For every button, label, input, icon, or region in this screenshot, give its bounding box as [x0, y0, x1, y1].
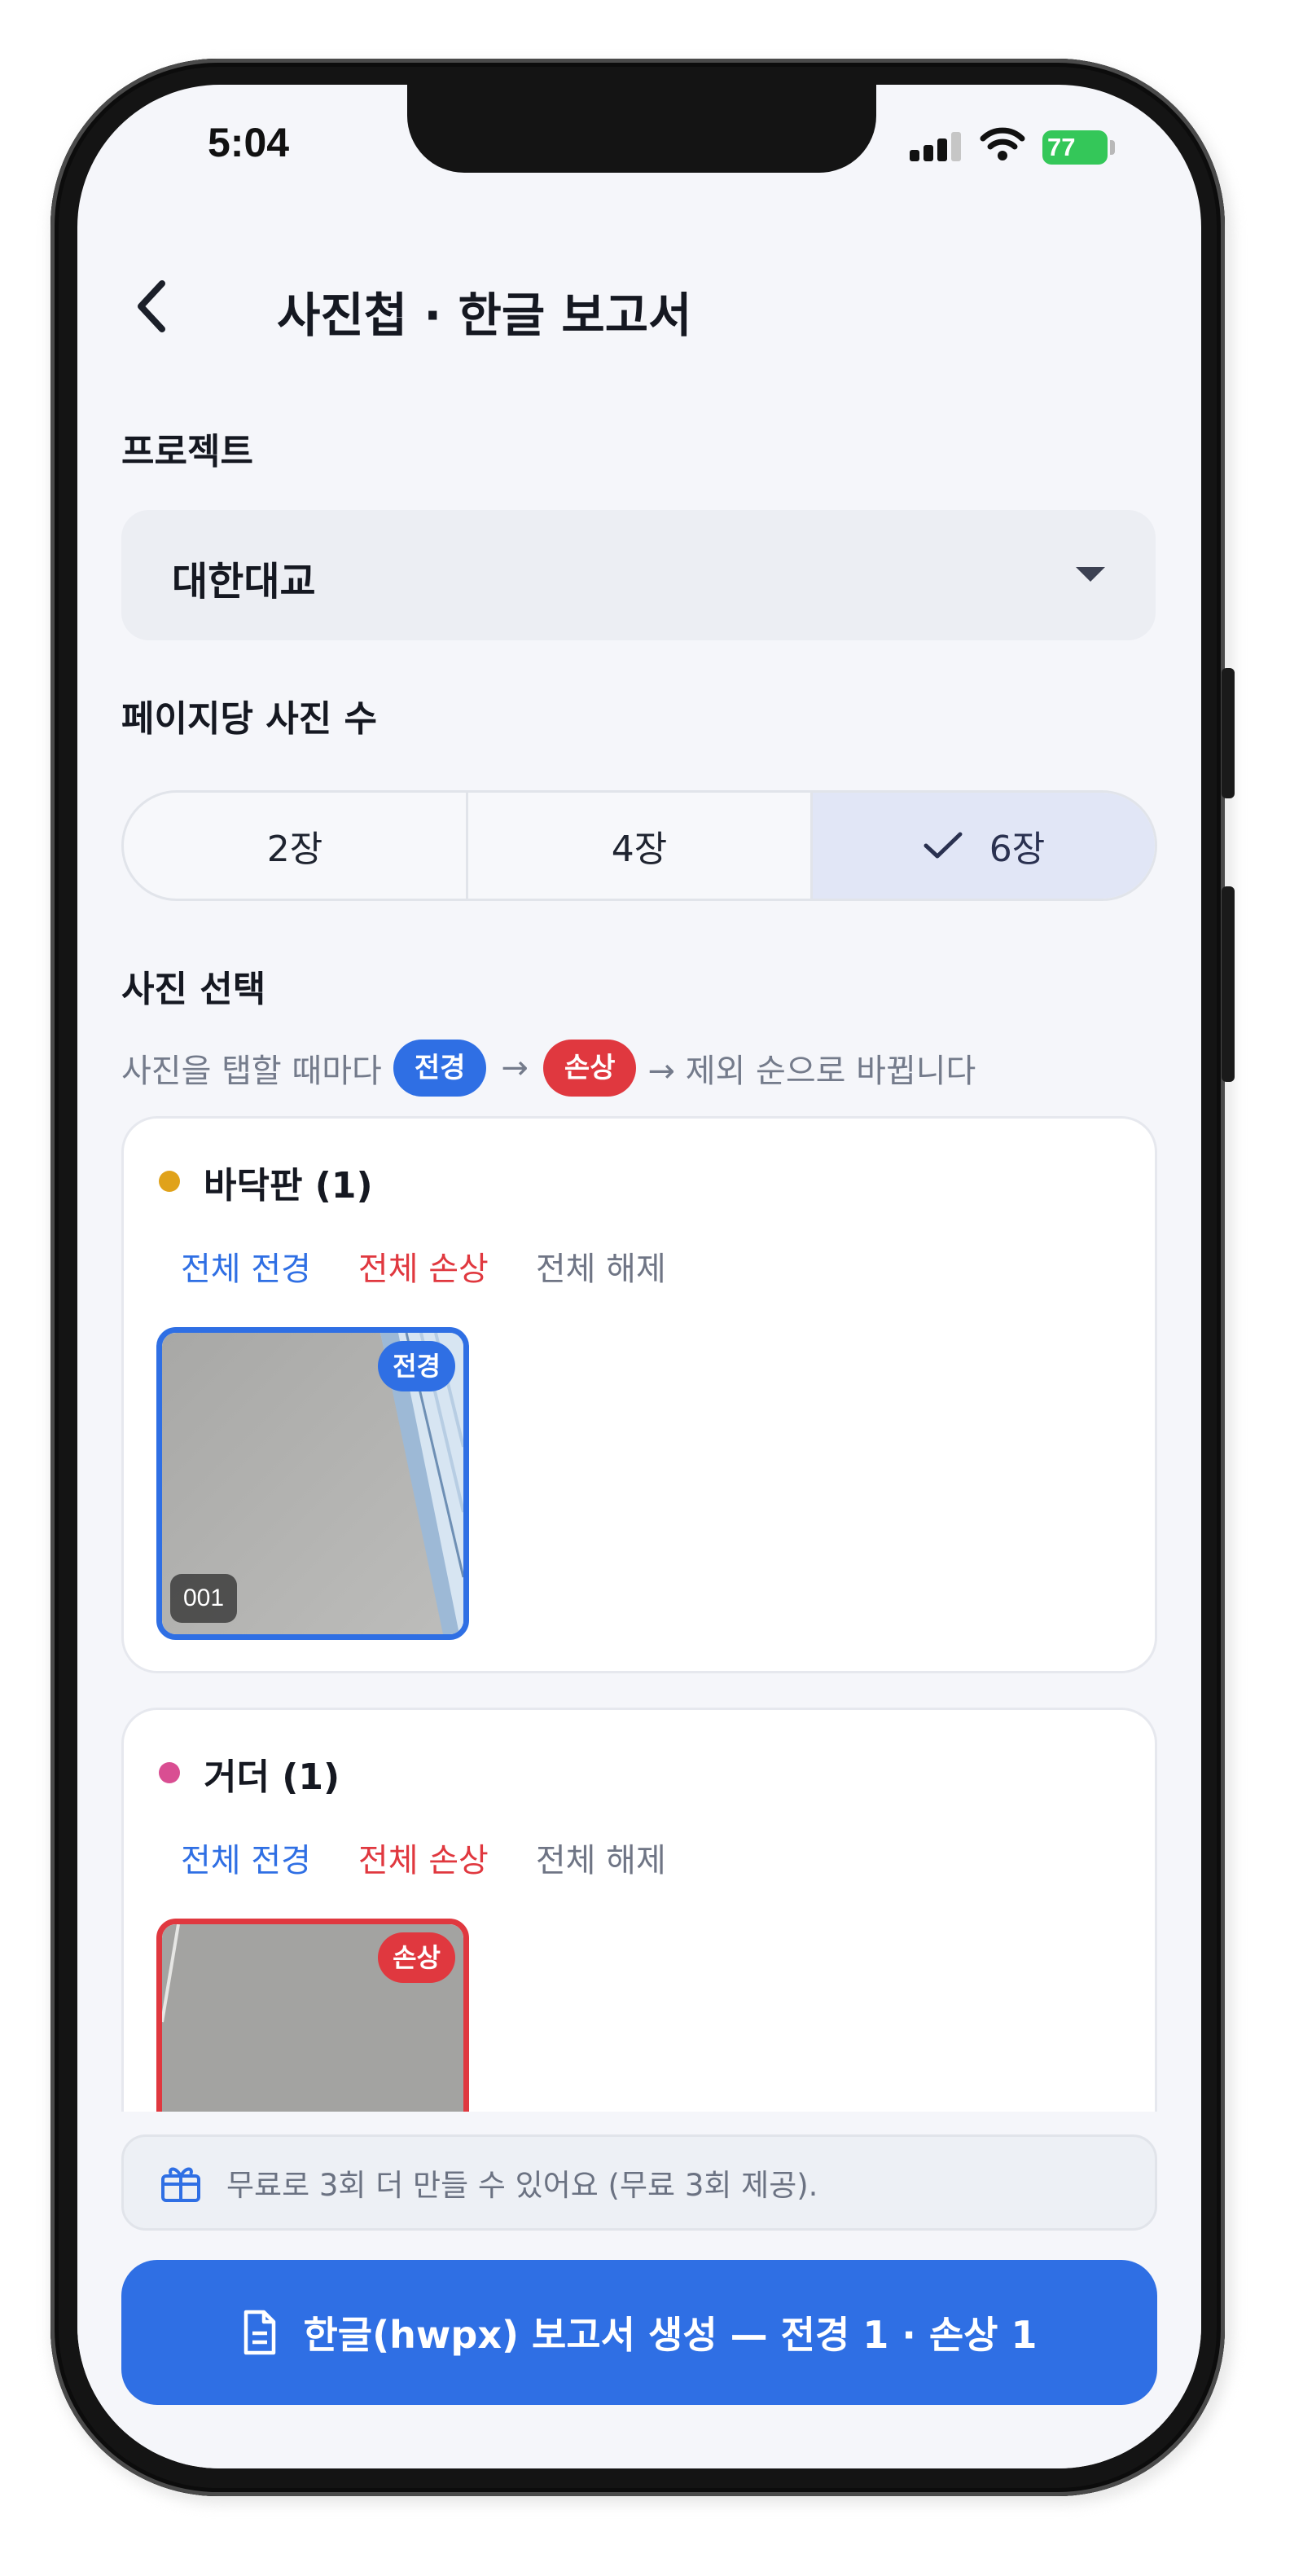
free-usage-banner: 무료로 3회 더 만들 수 있어요 (무료 3회 제공). [121, 2134, 1157, 2231]
wifi-icon [980, 127, 1025, 160]
photo-state-badge: 손상 [378, 1932, 455, 1983]
per-page-label: 페이지당 사진 수 [121, 698, 377, 740]
volume-down-button [1222, 886, 1235, 1082]
per-page-option-2[interactable]: 2장 [124, 793, 468, 899]
photo-select-hint: 사진을 탭할 때마다 전경 → 손상 → 제외 순으로 바뀝니다 [121, 1040, 976, 1097]
damage-pill: 손상 [542, 1040, 637, 1097]
document-icon [244, 2310, 276, 2355]
clear-all-button[interactable]: 전체 해제 [536, 1834, 666, 1881]
free-usage-text: 무료로 3회 더 만들 수 있어요 (무료 3회 제공). [226, 2168, 818, 2203]
bottom-action-area: 무료로 3회 더 만들 수 있어요 (무료 3회 제공). 한글(hwpx) 보… [77, 2112, 1201, 2468]
group-actions: 전체 전경 전체 손상 전체 해제 [181, 1834, 713, 1881]
select-all-overview-button[interactable]: 전체 전경 [181, 1834, 311, 1881]
per-page-option-label: 4장 [611, 829, 668, 870]
photo-select-label: 사진 선택 [121, 969, 266, 1010]
status-time: 5:04 [208, 120, 290, 165]
check-icon [924, 832, 963, 859]
per-page-segmented-control: 2장 4장 6장 [121, 790, 1157, 901]
battery-level: 77 [1047, 133, 1076, 161]
hint-prefix: 사진을 탭할 때마다 [121, 1053, 382, 1090]
group-title: 거더 (1) [204, 1756, 340, 1798]
per-page-option-label: 6장 [989, 829, 1046, 870]
generate-report-button[interactable]: 한글(hwpx) 보고서 생성 — 전경 1 · 손상 1 [121, 2260, 1157, 2405]
back-button[interactable] [120, 266, 185, 347]
group-color-dot [159, 1171, 180, 1192]
app-screen: 5:04 77 사진첩 · 한글 보고서 프로젝트 대한대교 페이지당 사진 수… [77, 85, 1201, 2468]
hint-suffix: → 제외 순으로 바뀝니다 [647, 1053, 976, 1090]
project-label: 프로젝트 [121, 431, 253, 473]
hint-arrow: → [501, 1049, 529, 1087]
clear-all-button[interactable]: 전체 해제 [536, 1242, 666, 1290]
chevron-down-icon [1076, 567, 1105, 582]
photo-thumbnail[interactable]: 전경 001 [156, 1327, 469, 1640]
per-page-option-4[interactable]: 4장 [468, 793, 813, 899]
project-select[interactable]: 대한대교 [121, 510, 1156, 640]
gift-icon [161, 2167, 200, 2202]
group-title: 바닥판 (1) [204, 1165, 373, 1207]
select-all-damage-button[interactable]: 전체 손상 [358, 1242, 489, 1290]
generate-report-label: 한글(hwpx) 보고서 생성 — 전경 1 · 손상 1 [303, 2313, 1038, 2357]
photo-number: 001 [170, 1574, 238, 1623]
group-color-dot [159, 1762, 180, 1783]
group-card-deck: 바닥판 (1) 전체 전경 전체 손상 전체 해제 전경 001 [121, 1116, 1157, 1673]
cellular-signal-icon [910, 132, 962, 161]
notch [407, 85, 876, 173]
photo-state-badge: 전경 [378, 1341, 455, 1391]
volume-up-button [1222, 668, 1235, 798]
overview-pill: 전경 [393, 1040, 487, 1097]
per-page-option-6[interactable]: 6장 [813, 793, 1155, 899]
battery-cap [1110, 140, 1115, 155]
select-all-overview-button[interactable]: 전체 전경 [181, 1242, 311, 1290]
per-page-option-label: 2장 [266, 829, 323, 870]
group-actions: 전체 전경 전체 손상 전체 해제 [181, 1242, 713, 1290]
project-selected-value: 대한대교 [172, 559, 316, 604]
select-all-damage-button[interactable]: 전체 손상 [358, 1834, 489, 1881]
battery-icon: 77 [1042, 130, 1108, 165]
page-title: 사진첩 · 한글 보고서 [277, 288, 692, 343]
